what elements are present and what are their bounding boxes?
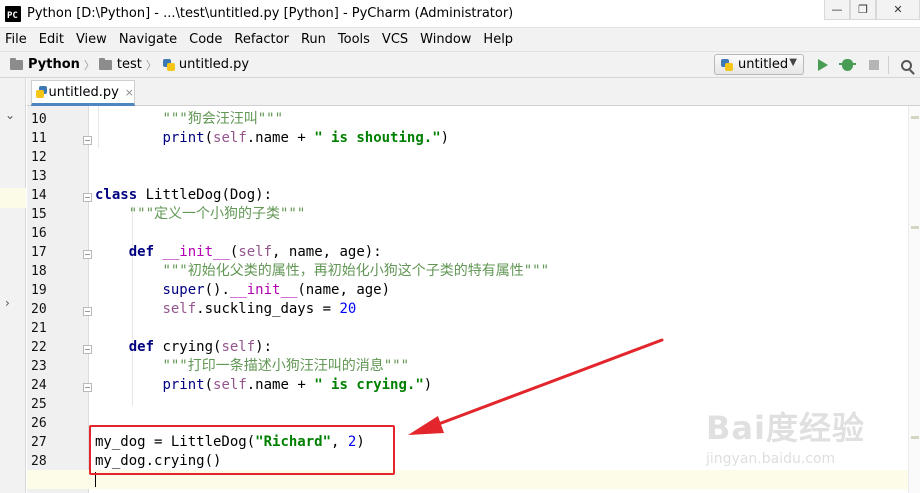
menu-view[interactable]: View (70, 32, 113, 47)
breadcrumb-project-label: Python (28, 57, 80, 72)
line-number: 19 (31, 283, 47, 298)
chevron-down-icon: ▼ (789, 57, 797, 68)
code-line: """定义一个小狗的子类""" (128, 206, 306, 222)
breadcrumb-folder-label: test (116, 57, 142, 72)
code-line: print(self.name + " is crying.") (162, 377, 433, 393)
line-number: 11 (31, 131, 47, 146)
close-tab-icon[interactable]: × (125, 86, 134, 99)
line-number: 27 (31, 435, 47, 450)
annotation-highlight-box (89, 425, 395, 475)
minimize-button[interactable]: — (824, 0, 850, 20)
menu-window[interactable]: Window (414, 32, 477, 47)
chevron-down-icon[interactable]: ⌄ (5, 108, 15, 122)
debug-button[interactable] (838, 56, 856, 74)
menu-refactor[interactable]: Refactor (228, 32, 295, 47)
window-controls: — ❐ ✕ (824, 0, 920, 22)
window-title-bar: PC Python [D:\Python] - ...\test\untitle… (0, 0, 920, 28)
baidu-jingyan-watermark: Bai度经验 jingyan.baidu.com (700, 393, 900, 473)
python-file-icon (162, 58, 175, 71)
watermark-url: jingyan.baidu.com (706, 451, 836, 467)
code-line: print(self.name + " is shouting.") (162, 130, 450, 146)
fold-marker-icon[interactable] (83, 250, 92, 259)
bug-icon (838, 59, 856, 71)
line-number: 26 (31, 416, 47, 431)
maximize-button[interactable]: ❐ (850, 0, 876, 20)
play-icon (818, 59, 828, 71)
fold-marker-icon[interactable] (83, 193, 92, 202)
menu-edit[interactable]: Edit (33, 32, 70, 47)
python-file-icon (35, 86, 47, 98)
pycharm-logo-icon: PC (5, 5, 21, 22)
search-icon (900, 59, 912, 71)
error-stripe[interactable] (908, 106, 920, 493)
code-line: """狗会汪汪叫""" (162, 111, 284, 127)
line-number: 15 (31, 207, 47, 222)
tab-untitled-py[interactable]: untitled.py × (31, 80, 135, 106)
editor-tab-bar: untitled.py × (27, 78, 920, 106)
menu-run[interactable]: Run (295, 32, 332, 47)
menu-help[interactable]: Help (477, 32, 519, 47)
line-number: 23 (31, 359, 47, 374)
python-file-icon (721, 58, 733, 71)
line-number: 13 (31, 169, 47, 184)
folder-icon (10, 57, 23, 70)
fold-marker-icon[interactable] (83, 383, 92, 392)
line-number: 25 (31, 397, 47, 412)
menu-tools[interactable]: Tools (332, 32, 376, 47)
fold-marker-icon[interactable] (83, 307, 92, 316)
fold-marker-icon[interactable] (83, 136, 92, 145)
tab-label: untitled.py (48, 84, 119, 100)
close-button[interactable]: ✕ (876, 0, 920, 20)
code-line: class LittleDog(Dog): (95, 187, 273, 203)
breadcrumb-separator: 〉 (145, 58, 157, 72)
watermark-logo: Bai度经验 (706, 409, 865, 447)
line-number: 16 (31, 226, 47, 241)
line-number: 17 (31, 245, 47, 260)
run-configuration-label: untitled (738, 57, 789, 72)
toolbar-separator (888, 56, 889, 74)
left-tool-strip: ⌄ › (0, 78, 26, 493)
stripe-marker[interactable] (911, 116, 919, 119)
stripe-marker[interactable] (911, 226, 919, 229)
line-number-gutter: 10 11 12 13 14 15 16 17 18 19 20 21 22 2… (27, 106, 92, 493)
code-line: super().__init__(name, age) (162, 282, 391, 298)
stop-button[interactable] (865, 56, 883, 74)
navigation-bar: Python 〉 test 〉 untitled.py untitled ▼ (0, 52, 920, 78)
line-number: 12 (31, 150, 47, 165)
chevron-right-icon[interactable]: › (5, 296, 10, 310)
line-number: 20 (31, 302, 47, 317)
stop-icon (869, 60, 879, 70)
line-number: 21 (31, 321, 47, 336)
annotation-arrow-icon (408, 338, 664, 435)
breadcrumb-file[interactable]: untitled.py (159, 57, 249, 72)
code-line: self.suckling_days = 20 (162, 301, 357, 317)
run-configuration-dropdown[interactable]: untitled ▼ (714, 54, 804, 75)
code-line: """初始化父类的属性，再初始化小狗这个子类的特有属性""" (162, 263, 550, 279)
line-number: 14 (31, 188, 47, 203)
menu-vcs[interactable]: VCS (376, 32, 414, 47)
line-number: 10 (31, 112, 47, 127)
fold-marker-icon[interactable] (83, 345, 92, 354)
window-title: Python [D:\Python] - ...\test\untitled.p… (27, 6, 514, 21)
code-line: """打印一条描述小狗汪汪叫的消息""" (162, 358, 410, 374)
menu-navigate[interactable]: Navigate (113, 32, 183, 47)
breadcrumb-file-label: untitled.py (178, 57, 250, 72)
menu-code[interactable]: Code (183, 32, 228, 47)
menu-bar: File Edit View Navigate Code Refactor Ru… (0, 28, 920, 52)
line-number: 22 (31, 340, 47, 355)
line-number: 18 (31, 264, 47, 279)
breadcrumb-folder[interactable]: test 〉 (97, 57, 159, 73)
current-line-band (0, 188, 26, 208)
breadcrumb-separator: 〉 (83, 58, 95, 72)
stripe-marker[interactable] (911, 436, 919, 439)
menu-file[interactable]: File (0, 32, 33, 47)
breadcrumb-project[interactable]: Python 〉 (0, 57, 97, 73)
line-number: 28 (31, 454, 47, 469)
code-line: def crying(self): (128, 339, 273, 355)
line-number: 24 (31, 378, 47, 393)
folder-icon (98, 57, 112, 70)
run-button[interactable] (814, 56, 832, 74)
code-line: def __init__(self, name, age): (128, 244, 382, 260)
search-everywhere-button[interactable] (897, 56, 915, 74)
